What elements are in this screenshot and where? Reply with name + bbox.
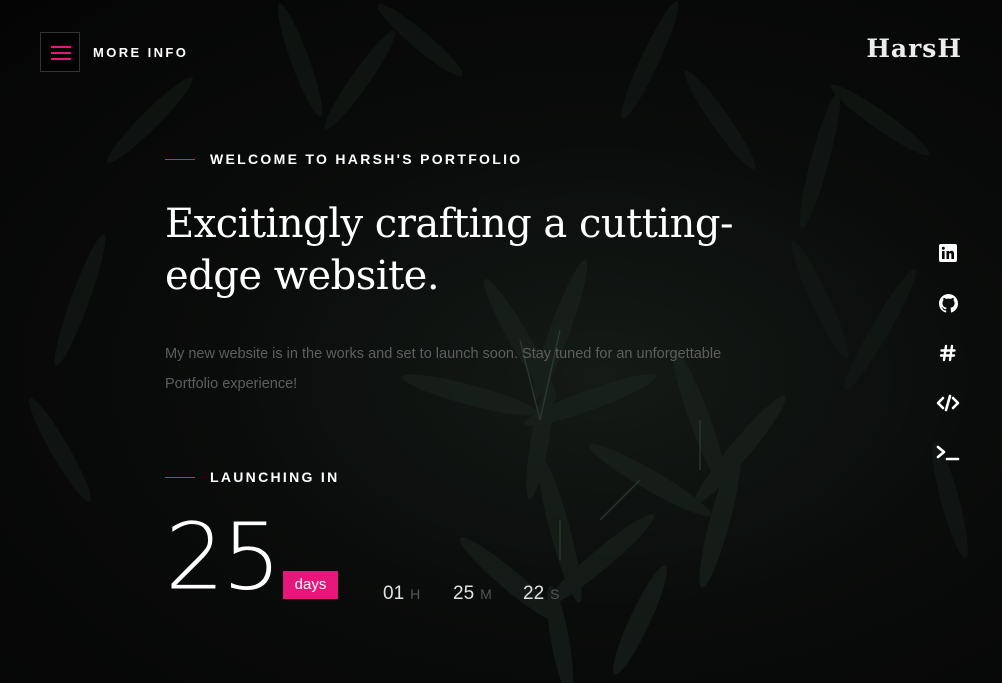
- hamburger-icon-line: [51, 52, 71, 54]
- more-info-link[interactable]: MORE INFO: [93, 45, 188, 60]
- linkedin-link[interactable]: [930, 240, 966, 266]
- code-link[interactable]: [930, 390, 966, 416]
- seconds-value: 22: [523, 583, 545, 604]
- accent-line: [165, 158, 195, 160]
- welcome-eyebrow: WELCOME TO HARSH'S PORTFOLIO: [165, 151, 522, 167]
- hamburger-icon: [51, 46, 71, 48]
- days-badge: days: [283, 571, 338, 599]
- linkedin-icon: [939, 244, 957, 262]
- launching-eyebrow: LAUNCHING IN: [165, 469, 339, 485]
- hashtag-icon: [939, 344, 956, 362]
- welcome-text: WELCOME TO HARSH'S PORTFOLIO: [210, 151, 523, 167]
- hashtag-link[interactable]: [930, 340, 966, 366]
- seconds-unit: S: [550, 586, 560, 602]
- minutes-unit: M: [480, 586, 493, 602]
- countdown-hours: 01 H: [383, 583, 421, 605]
- hours-unit: H: [410, 586, 421, 602]
- terminal-icon: [936, 445, 960, 461]
- launching-label: LAUNCHING IN: [210, 469, 340, 485]
- code-icon: [936, 394, 960, 412]
- github-link[interactable]: [930, 290, 966, 316]
- hamburger-icon-line: [51, 58, 71, 60]
- accent-line: [165, 476, 195, 478]
- menu-button[interactable]: [40, 32, 80, 72]
- minutes-value: 25: [453, 583, 475, 604]
- github-icon: [938, 293, 958, 313]
- social-links: [930, 240, 966, 490]
- hours-value: 01: [383, 583, 405, 604]
- page-description: My new website is in the works and set t…: [165, 346, 722, 392]
- countdown-minutes: 25 M: [453, 583, 492, 605]
- site-logo[interactable]: HarsH: [866, 34, 962, 63]
- terminal-link[interactable]: [930, 440, 966, 466]
- page-headline: Excitingly crafting a cutting-edge websi…: [165, 201, 733, 299]
- countdown-seconds: 22 S: [523, 583, 560, 605]
- countdown-days: 25: [165, 504, 282, 611]
- landing-page: MORE INFO HarsH WELCOME TO HARSH'S PORTF…: [0, 0, 1002, 683]
